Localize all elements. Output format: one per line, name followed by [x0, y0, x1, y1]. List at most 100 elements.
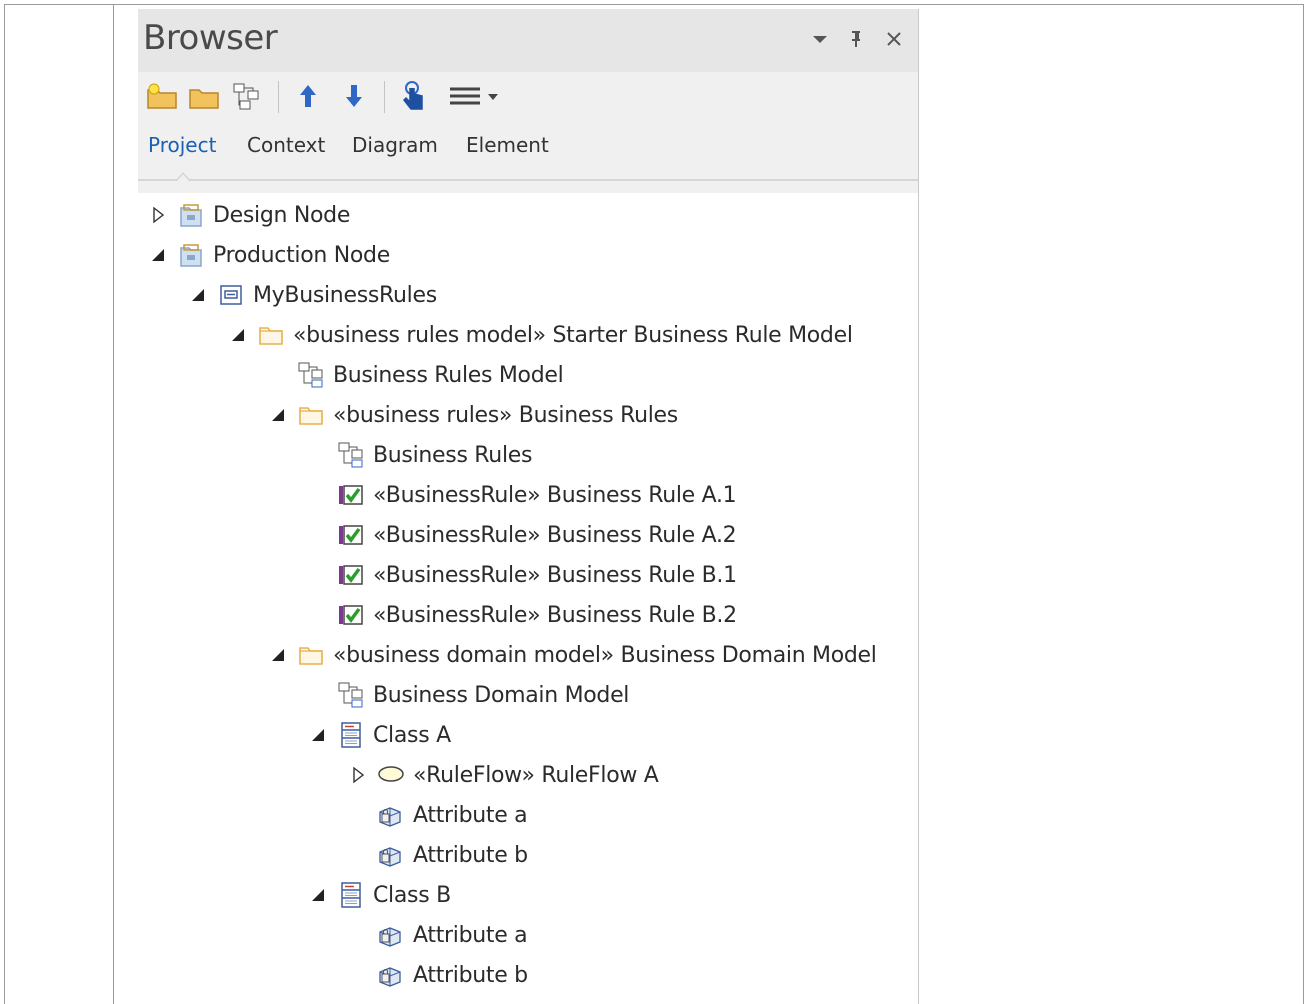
- package-node-icon: [176, 195, 206, 235]
- tree-item[interactable]: Production Node: [148, 235, 390, 275]
- tree-item[interactable]: «business domain model» Business Domain …: [268, 635, 877, 675]
- browser-tabs: Project Context Diagram Element: [138, 127, 918, 181]
- attribute-icon: [376, 835, 406, 875]
- tree-item[interactable]: Class A: [308, 715, 451, 755]
- tree-item[interactable]: Attribute b: [348, 955, 528, 995]
- tree-item[interactable]: Business Rules Model: [268, 355, 564, 395]
- tree-item-label: Production Node: [213, 242, 390, 268]
- diagram-icon: [336, 675, 366, 715]
- toolbar-separator: [278, 81, 279, 113]
- tree-item[interactable]: «BusinessRule» Business Rule B.1: [308, 555, 737, 595]
- tree-item-label: «BusinessRule» Business Rule A.2: [373, 522, 737, 548]
- collapse-arrow-icon[interactable]: [268, 635, 288, 675]
- business-rule-icon: [336, 595, 366, 635]
- tree-item[interactable]: Class B: [308, 875, 451, 915]
- diagram-icon: [336, 435, 366, 475]
- tree-item[interactable]: Attribute b: [348, 835, 528, 875]
- tab-context[interactable]: Context: [247, 133, 325, 157]
- tree-item[interactable]: «BusinessRule» Business Rule A.1: [308, 475, 737, 515]
- attribute-icon: [376, 795, 406, 835]
- new-diagram-icon[interactable]: [228, 77, 264, 115]
- tree-item-label: Business Rules Model: [333, 362, 564, 388]
- toolbar-separator: [384, 81, 385, 113]
- tab-element[interactable]: Element: [466, 133, 549, 157]
- toolbar: [144, 77, 914, 117]
- touch-hand-icon[interactable]: [396, 77, 432, 115]
- diagram-icon: [296, 355, 326, 395]
- tree-item-label: Design Node: [213, 202, 351, 228]
- collapse-arrow-icon[interactable]: [148, 235, 168, 275]
- title-bar: Browser: [138, 9, 918, 72]
- folder-icon: [296, 395, 326, 435]
- open-folder-icon[interactable]: [186, 77, 222, 115]
- tree-item[interactable]: «BusinessRule» Business Rule A.2: [308, 515, 737, 555]
- new-package-icon[interactable]: [144, 77, 180, 115]
- tree-item-label: Attribute a: [413, 922, 528, 948]
- activity-icon: [376, 755, 406, 795]
- tree-item[interactable]: «RuleFlow» RuleFlow A: [348, 755, 659, 795]
- tree-item-label: «BusinessRule» Business Rule A.1: [373, 482, 737, 508]
- tree-item-label: Class A: [373, 722, 451, 748]
- pin-icon[interactable]: [844, 25, 868, 53]
- collapse-arrow-icon[interactable]: [268, 395, 288, 435]
- tree-item-label: Business Domain Model: [373, 682, 630, 708]
- attribute-icon: [376, 915, 406, 955]
- move-down-icon[interactable]: [336, 77, 372, 115]
- active-tab-indicator: [176, 171, 190, 182]
- tab-underline: [138, 179, 918, 181]
- menu-icon[interactable]: [444, 77, 504, 115]
- tree-item[interactable]: «BusinessRule» Business Rule B.2: [308, 595, 737, 635]
- dropdown-icon[interactable]: [808, 25, 832, 53]
- close-icon[interactable]: [882, 25, 906, 53]
- tree-item-label: MyBusinessRules: [253, 282, 437, 308]
- tree-item-label: «business domain model» Business Domain …: [333, 642, 877, 668]
- tree-item-label: Attribute b: [413, 842, 528, 868]
- tree-item-label: Attribute a: [413, 802, 528, 828]
- tree-item[interactable]: Business Domain Model: [308, 675, 629, 715]
- tree-item[interactable]: Attribute a: [348, 915, 528, 955]
- folder-icon: [256, 315, 286, 355]
- collapse-arrow-icon[interactable]: [308, 875, 328, 915]
- tree-item-label: Business Rules: [373, 442, 533, 468]
- move-up-icon[interactable]: [290, 77, 326, 115]
- tree-item-label: «business rules» Business Rules: [333, 402, 678, 428]
- expand-arrow-icon[interactable]: [348, 755, 368, 795]
- tab-diagram[interactable]: Diagram: [352, 133, 438, 157]
- collapse-arrow-icon[interactable]: [228, 315, 248, 355]
- tree-item[interactable]: Design Node: [148, 195, 350, 235]
- tree-item[interactable]: MyBusinessRules: [188, 275, 437, 315]
- panel-title: Browser: [143, 18, 278, 58]
- business-rule-icon: [336, 475, 366, 515]
- tree-item-label: Attribute b: [413, 962, 528, 988]
- tree-item[interactable]: «business rules model» Starter Business …: [228, 315, 853, 355]
- tree-item-label: «BusinessRule» Business Rule B.2: [373, 602, 737, 628]
- expand-arrow-icon[interactable]: [148, 195, 168, 235]
- tree-item[interactable]: Business Rules: [308, 435, 532, 475]
- attribute-icon: [376, 955, 406, 995]
- tree-item-label: Class B: [373, 882, 451, 908]
- collapse-arrow-icon[interactable]: [308, 715, 328, 755]
- collapse-arrow-icon[interactable]: [188, 275, 208, 315]
- tab-project[interactable]: Project: [148, 133, 216, 157]
- left-divider: [113, 4, 114, 1004]
- folder-icon: [296, 635, 326, 675]
- class-icon: [336, 715, 366, 755]
- class-icon: [336, 875, 366, 915]
- browser-panel: Browser Project Context Diagram Element …: [138, 9, 919, 1004]
- tree-item[interactable]: Attribute a: [348, 795, 528, 835]
- business-rule-icon: [336, 515, 366, 555]
- package-node-icon: [176, 235, 206, 275]
- tree-item-label: «BusinessRule» Business Rule B.1: [373, 562, 737, 588]
- model-package-icon: [216, 275, 246, 315]
- tree-item[interactable]: «business rules» Business Rules: [268, 395, 678, 435]
